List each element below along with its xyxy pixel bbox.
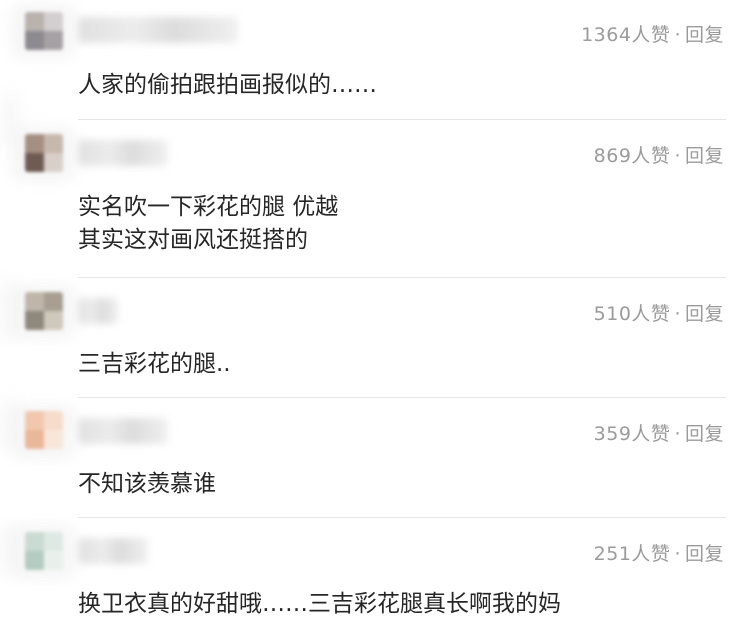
comment-meta: 869人赞 · 回复 [594, 141, 724, 168]
avatar-pixel [44, 311, 63, 330]
avatar-pixel [44, 411, 63, 430]
comment-text-line: 人家的偷拍跟拍画报似的…… [78, 72, 377, 98]
avatar-pixel [44, 430, 63, 449]
like-count[interactable]: 510人赞 [594, 303, 671, 325]
comment-item: 869人赞 · 回复 实名吹一下彩花的腿 优越 其实这对画风还挺搭的 [0, 120, 754, 278]
avatar-pixel [44, 551, 63, 570]
avatar-pixel [44, 292, 63, 311]
comment-text-line: 其实这对画风还挺搭的 [78, 227, 308, 253]
comment-text-line: 换卫衣真的好甜哦……三吉彩花腿真长啊我的妈 [78, 591, 561, 617]
comment-text-line: 三吉彩花的腿.. [78, 351, 231, 377]
avatar-pixel [25, 311, 44, 330]
avatar-pixel [44, 134, 63, 153]
avatar-pixel [44, 532, 63, 551]
comment-item: 251人赞 · 回复 换卫衣真的好甜哦……三吉彩花腿真长啊我的妈 [0, 518, 754, 640]
avatar[interactable] [25, 411, 63, 449]
avatar[interactable] [25, 292, 63, 330]
like-count[interactable]: 1364人赞 [581, 24, 670, 46]
username-redacted[interactable] [78, 298, 118, 324]
username-redacted[interactable] [78, 140, 168, 166]
comment-item: 510人赞 · 回复 三吉彩花的腿.. [0, 278, 754, 398]
comment-text: 实名吹一下彩花的腿 优越 其实这对画风还挺搭的 [78, 191, 338, 257]
comment-text: 换卫衣真的好甜哦……三吉彩花腿真长啊我的妈 [78, 588, 561, 621]
avatar[interactable] [25, 532, 63, 570]
meta-separator: · [674, 423, 681, 445]
username-redacted[interactable] [78, 538, 148, 564]
comment-meta: 510人赞 · 回复 [594, 299, 724, 326]
comment-text-line: 不知该羡慕谁 [78, 471, 216, 497]
avatar-pixel [25, 411, 44, 430]
reply-button[interactable]: 回复 [685, 423, 724, 445]
avatar-pixel [25, 551, 44, 570]
reply-button[interactable]: 回复 [685, 303, 724, 325]
avatar-pixel [25, 292, 44, 311]
comment-meta: 359人赞 · 回复 [594, 419, 724, 446]
meta-separator: · [674, 145, 681, 167]
reply-button[interactable]: 回复 [685, 24, 724, 46]
username-redacted[interactable] [78, 418, 168, 444]
avatar-pixel [25, 153, 44, 172]
avatar-pixel [25, 134, 44, 153]
comment-meta: 1364人赞 · 回复 [581, 20, 724, 47]
comment-text: 三吉彩花的腿.. [78, 348, 231, 381]
avatar-pixel [25, 532, 44, 551]
avatar-pixel [44, 31, 63, 50]
meta-separator: · [674, 24, 681, 46]
avatar-pixel [25, 12, 44, 31]
username-redacted[interactable] [78, 17, 238, 43]
avatar-pixel [44, 153, 63, 172]
like-count[interactable]: 359人赞 [594, 423, 671, 445]
reply-button[interactable]: 回复 [685, 145, 724, 167]
reply-button[interactable]: 回复 [685, 543, 724, 565]
comment-item: 1364人赞 · 回复 人家的偷拍跟拍画报似的…… [0, 0, 754, 120]
comment-text: 不知该羡慕谁 [78, 468, 216, 501]
avatar-pixel [44, 12, 63, 31]
like-count[interactable]: 869人赞 [594, 145, 671, 167]
meta-separator: · [674, 303, 681, 325]
avatar-pixel [25, 31, 44, 50]
comment-item: 359人赞 · 回复 不知该羡慕谁 [0, 398, 754, 518]
like-count[interactable]: 251人赞 [594, 543, 671, 565]
comment-meta: 251人赞 · 回复 [594, 539, 724, 566]
avatar-pixel [25, 430, 44, 449]
meta-separator: · [674, 543, 681, 565]
comment-text-line: 实名吹一下彩花的腿 优越 [78, 194, 339, 220]
avatar[interactable] [25, 134, 63, 172]
avatar[interactable] [25, 12, 63, 50]
comment-text: 人家的偷拍跟拍画报似的…… [78, 69, 377, 102]
